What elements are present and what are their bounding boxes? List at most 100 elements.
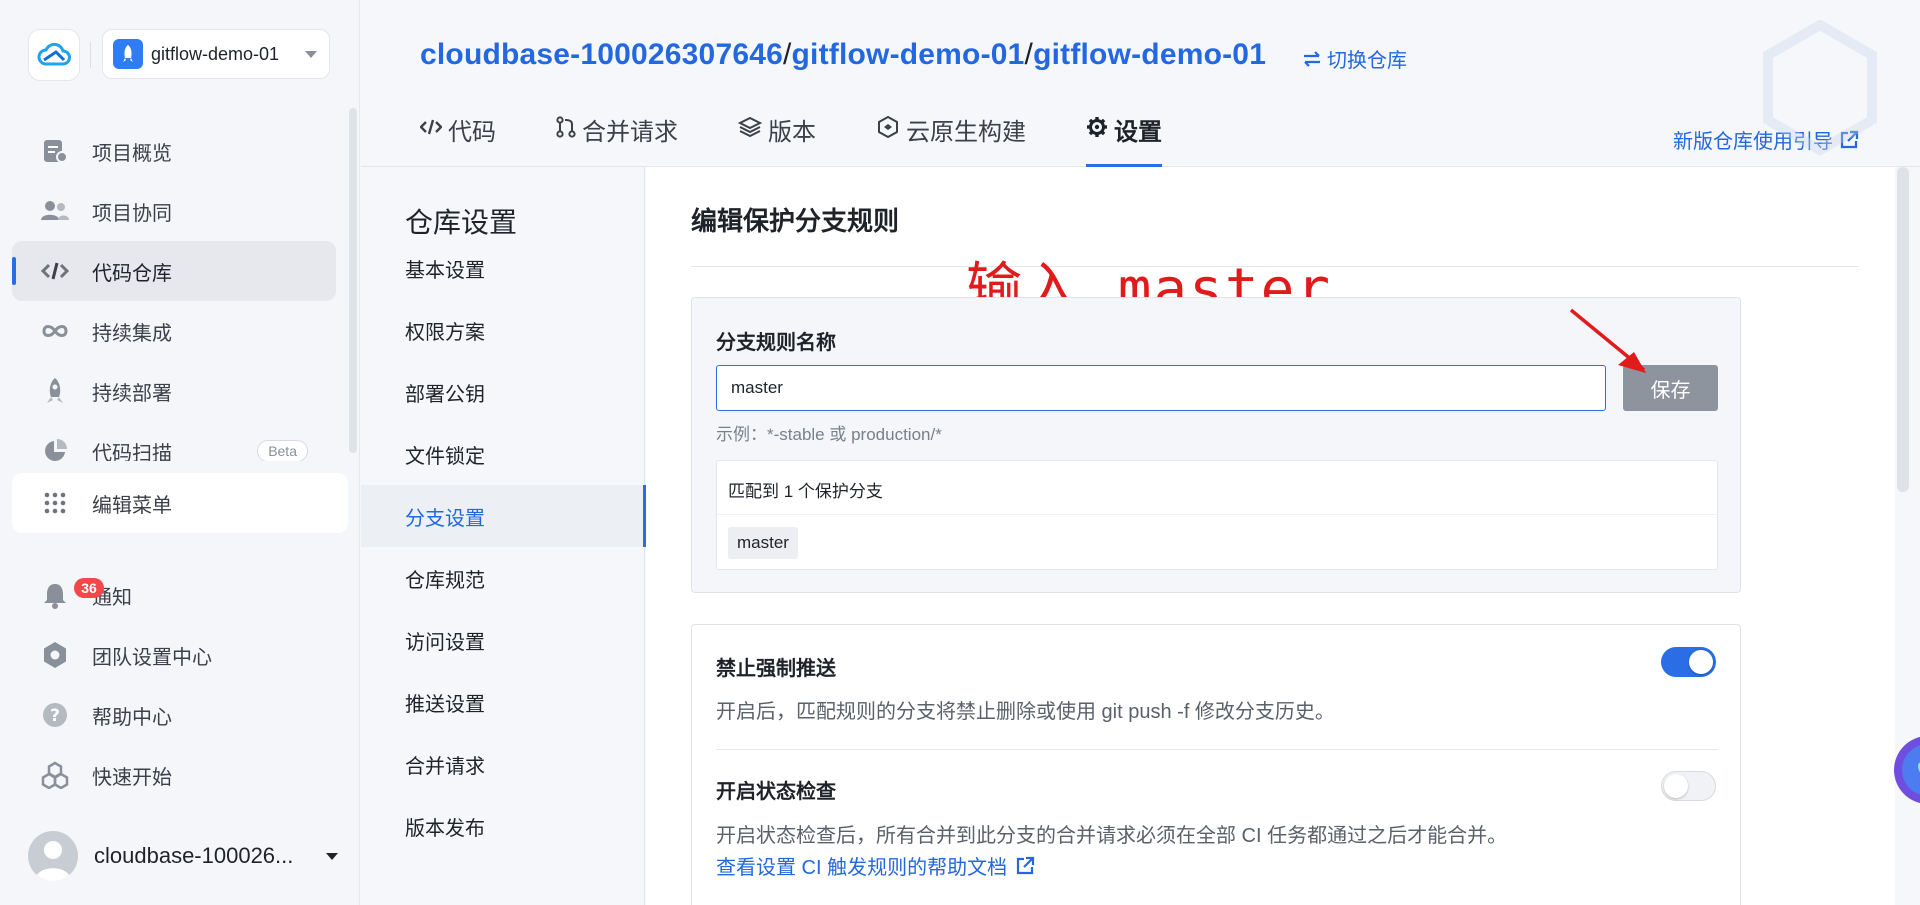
repo-owner-link[interactable]: cloudbase-100026307646: [420, 38, 783, 71]
breadcrumb-separator: /: [782, 38, 792, 71]
tab-label: 云原生构建: [906, 119, 1026, 146]
grid-dots-icon: [40, 488, 70, 518]
project-avatar: [113, 39, 143, 69]
sidebar-item-help[interactable]: ? 帮助中心: [12, 685, 336, 745]
chevron-down-icon: [305, 50, 317, 58]
beta-badge: Beta: [257, 440, 308, 461]
tab-label: 设置: [1114, 119, 1162, 146]
sidebar-nav: 项目概览 项目协同 代码仓库 持续集成 持续部署 代码扫描 Beta: [12, 121, 336, 461]
repo-tabs: 代码 合并请求 版本 云原生构建 设置: [420, 112, 1222, 167]
switch-repo-label: 切换仓库: [1327, 50, 1407, 72]
tab-label: 代码: [448, 119, 496, 146]
repo-group-link[interactable]: gitflow-demo-01: [792, 38, 1025, 71]
branch-rule-panel: 分支规则名称 保存 示例：*-stable 或 production/* 匹配到…: [691, 297, 1741, 593]
settings-item-merge-requests[interactable]: 合并请求: [361, 733, 645, 795]
main-scrollbar[interactable]: [1897, 167, 1909, 492]
sidebar-item-team-settings[interactable]: 团队设置中心: [12, 625, 336, 685]
sidebar-item-quick-start[interactable]: 快速开始: [12, 745, 336, 805]
logo[interactable]: [28, 29, 80, 81]
tab-releases[interactable]: 版本: [738, 112, 816, 167]
tab-label: 合并请求: [582, 119, 678, 146]
force-push-toggle[interactable]: [1661, 647, 1716, 677]
team-settings-icon: [40, 640, 70, 670]
help-icon: ?: [40, 700, 70, 730]
settings-item-push[interactable]: 推送设置: [361, 671, 645, 733]
bell-icon: 36: [40, 578, 104, 610]
divider: [716, 749, 1718, 750]
avatar: [28, 831, 78, 881]
sidebar-item-code-scan[interactable]: 代码扫描 Beta: [12, 421, 336, 461]
status-check-toggle[interactable]: [1661, 771, 1716, 801]
infinity-icon: [40, 316, 70, 346]
matched-branches-box: 匹配到 1 个保护分支 master: [716, 460, 1718, 570]
tab-code[interactable]: 代码: [420, 112, 496, 167]
breadcrumb: cloudbase-100026307646/gitflow-demo-01/g…: [420, 38, 1266, 72]
tab-settings[interactable]: 设置: [1086, 112, 1162, 167]
swap-icon: [1304, 50, 1320, 67]
repo-name-link[interactable]: gitflow-demo-01: [1033, 38, 1266, 71]
sidebar-item-ci[interactable]: 持续集成: [12, 301, 336, 361]
project-overview-icon: [40, 136, 70, 166]
user-icon: [35, 841, 71, 881]
settings-item-basic[interactable]: 基本设置: [361, 237, 645, 299]
tab-label: 版本: [768, 119, 816, 146]
pie-chart-icon: [40, 436, 70, 461]
external-link-icon: [1017, 856, 1035, 874]
settings-title: 仓库设置: [405, 207, 518, 238]
sidebar-item-label: 代码扫描: [92, 442, 172, 462]
switch-repo-button[interactable]: 切换仓库: [1302, 44, 1407, 73]
matched-branch-tag: master: [728, 527, 798, 559]
edit-menu-item[interactable]: 编辑菜单: [12, 473, 348, 533]
sidebar-item-notifications[interactable]: 36 通知: [12, 565, 336, 625]
status-check-title: 开启状态检查: [716, 781, 836, 803]
gear-icon: [1086, 112, 1108, 142]
toggle-knob: [1664, 774, 1688, 798]
divider: [717, 514, 1717, 515]
sidebar-item-project-overview[interactable]: 项目概览: [12, 121, 336, 181]
edit-menu-button[interactable]: 编辑菜单: [12, 473, 348, 533]
project-name: gitflow-demo-01: [151, 43, 280, 64]
sidebar-item-label: 快速开始: [92, 766, 172, 789]
sidebar-item-label: 项目概览: [92, 142, 172, 165]
rule-name-label: 分支规则名称: [716, 332, 836, 354]
sidebar-scrollbar[interactable]: [349, 108, 357, 453]
ci-help-doc-link[interactable]: 查看设置 CI 触发规则的帮助文档: [716, 851, 1035, 880]
repo-header: cloudbase-100026307646/gitflow-demo-01/g…: [361, 0, 1920, 167]
rule-name-input[interactable]: [716, 365, 1606, 411]
code-icon: [40, 256, 70, 286]
settings-item-branches[interactable]: 分支设置: [361, 485, 646, 547]
rule-example-hint: 示例：*-stable 或 production/*: [716, 425, 942, 444]
code-icon: [420, 112, 442, 142]
rocket-icon: [40, 376, 70, 406]
force-push-title: 禁止强制推送: [716, 658, 836, 680]
decorative-hexagon-icon: [1763, 20, 1877, 156]
settings-item-access[interactable]: 访问设置: [361, 609, 645, 671]
cloud-build-icon: [876, 112, 900, 142]
tab-cloud-build[interactable]: 云原生构建: [876, 112, 1026, 167]
merge-request-icon: [556, 112, 576, 142]
status-check-desc: 开启状态检查后，所有合并到此分支的合并请求必须在全部 CI 任务都通过之后才能合…: [716, 825, 1508, 847]
chevron-down-icon: [326, 852, 338, 860]
sidebar-item-label: 持续集成: [92, 322, 172, 345]
settings-item-repo-rules[interactable]: 仓库规范: [361, 547, 645, 609]
quick-start-icon: [40, 760, 70, 790]
settings-item-permissions[interactable]: 权限方案: [361, 299, 645, 361]
sidebar-item-cd[interactable]: 持续部署: [12, 361, 336, 421]
force-push-desc: 开启后，匹配规则的分支将禁止删除或使用 git push -f 修改分支历史。: [716, 701, 1335, 723]
main-content: 编辑保护分支规则 输入 master 分支规则名称 保存 示例：*-stable…: [646, 167, 1895, 905]
assistant-widget-icon[interactable]: [1880, 730, 1920, 820]
settings-item-deploy-keys[interactable]: 部署公钥: [361, 361, 645, 423]
cloud-logo-icon: [37, 42, 71, 66]
sidebar-item-collaboration[interactable]: 项目协同: [12, 181, 336, 241]
sidebar-item-code-repo[interactable]: 代码仓库: [12, 241, 336, 301]
svg-text:?: ?: [50, 706, 60, 726]
settings-item-file-lock[interactable]: 文件锁定: [361, 423, 645, 485]
ci-help-link-label: 查看设置 CI 触发规则的帮助文档: [716, 857, 1008, 879]
tab-merge-requests[interactable]: 合并请求: [556, 112, 678, 167]
project-selector[interactable]: gitflow-demo-01: [102, 29, 330, 79]
layers-icon: [738, 112, 762, 142]
sidebar-item-label: 团队设置中心: [92, 646, 212, 669]
settings-item-releases[interactable]: 版本发布: [361, 795, 645, 857]
user-menu[interactable]: cloudbase-100026...: [28, 830, 338, 882]
save-button[interactable]: 保存: [1623, 365, 1718, 411]
